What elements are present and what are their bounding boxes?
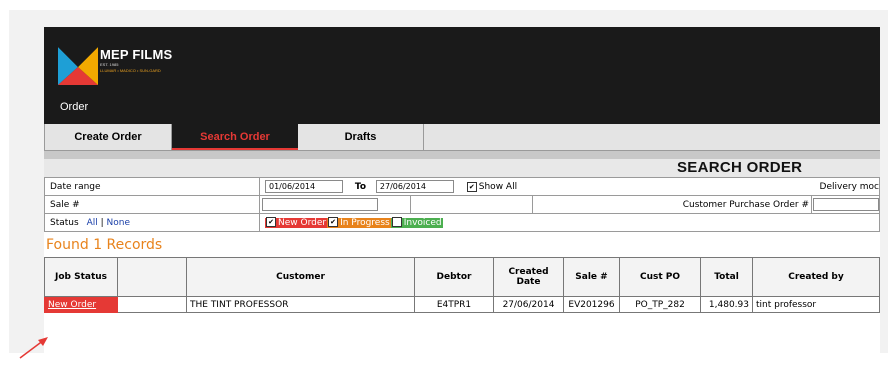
- logo-est: EST. 1985: [100, 62, 119, 67]
- status-in-progress-checkbox[interactable]: ✔ In Progress: [327, 217, 391, 228]
- status-new-order-checkbox[interactable]: ✔ New Order: [265, 217, 328, 228]
- checkbox-empty-icon: [391, 217, 402, 228]
- col-blank: [117, 257, 187, 297]
- sale-label: Sale #: [44, 195, 260, 214]
- table-row[interactable]: New Order THE TINT PROFESSOR E4TPR1 27/0…: [44, 296, 880, 313]
- sale-row: Sale # Customer Purchase Order #: [44, 195, 880, 214]
- status-options-cell: ✔ New Order ✔ In Progress Invoiced: [259, 213, 880, 232]
- date-range-label: Date range: [44, 177, 260, 196]
- col-job-status[interactable]: Job Status: [44, 257, 118, 297]
- col-sale[interactable]: Sale #: [563, 257, 620, 297]
- status-label: Status: [50, 217, 79, 228]
- results-header-row: Job Status Customer Debtor Created Date …: [44, 257, 880, 297]
- col-created-by[interactable]: Created by: [752, 257, 880, 297]
- found-records-text: Found 1 Records: [46, 237, 163, 253]
- total-cell: 1,480.93: [700, 296, 753, 313]
- results-table: Job Status Customer Debtor Created Date …: [44, 257, 880, 313]
- tab-search-order[interactable]: Search Order: [172, 124, 298, 150]
- status-separator: |: [100, 217, 104, 228]
- date-from-input[interactable]: 01/06/2014: [265, 180, 343, 193]
- cpo-input-cell: [811, 195, 880, 214]
- col-total[interactable]: Total: [700, 257, 753, 297]
- nav-order-link[interactable]: Order: [60, 101, 88, 113]
- logo-title: MEP FILMS: [100, 47, 173, 62]
- search-order-heading: SEARCH ORDER: [44, 159, 880, 177]
- created-by-cell: tint professor: [752, 296, 880, 313]
- pointer-arrow-icon: [19, 337, 48, 359]
- tab-create-order[interactable]: Create Order: [44, 124, 172, 150]
- status-invoiced-checkbox[interactable]: Invoiced: [390, 217, 443, 228]
- logo-brands: LLUMAR • MADICO • SUN-GARD: [100, 68, 161, 73]
- checkmark-icon: ✔: [466, 181, 477, 192]
- col-cust-po[interactable]: Cust PO: [619, 257, 701, 297]
- debtor-cell: E4TPR1: [414, 296, 494, 313]
- status-cell: Status All | None: [44, 213, 260, 232]
- tab-drafts[interactable]: Drafts: [298, 124, 424, 150]
- divider-bar: [44, 151, 880, 159]
- job-status-link[interactable]: New Order: [44, 296, 118, 313]
- show-all-label: Show All: [478, 182, 518, 192]
- status-in-progress-label: In Progress: [340, 217, 390, 228]
- delivery-label: Delivery moc: [811, 177, 880, 196]
- sale-input[interactable]: [262, 198, 378, 211]
- customer-cell: THE TINT PROFESSOR: [186, 296, 415, 313]
- date-to-input[interactable]: 27/06/2014: [375, 180, 454, 193]
- cpo-input[interactable]: [813, 198, 879, 211]
- search-form: Date range 01/06/2014 To 27/06/2014 ✔ Sho…: [44, 177, 880, 232]
- checkmark-icon: ✔: [328, 217, 339, 228]
- status-row: Status All | None ✔ New Order ✔ In Progress…: [44, 213, 880, 232]
- show-all-checkbox[interactable]: ✔ Show All: [466, 181, 518, 192]
- mep-films-logo: [58, 47, 98, 85]
- status-new-label: New Order: [278, 217, 327, 228]
- to-label: To: [354, 182, 367, 192]
- date-range-row: Date range 01/06/2014 To 27/06/2014 ✔ Sho…: [44, 177, 880, 196]
- empty-cell: [410, 195, 533, 214]
- sale-cell: EV201296: [563, 296, 620, 313]
- col-created-date[interactable]: Created Date: [493, 257, 564, 297]
- col-customer[interactable]: Customer: [186, 257, 415, 297]
- status-invoiced-label: Invoiced: [403, 217, 442, 228]
- tab-bar: Create Order Search Order Drafts: [44, 124, 880, 151]
- blank-cell: [117, 296, 187, 313]
- status-none-link[interactable]: None: [107, 218, 130, 228]
- search-order-title: SEARCH ORDER: [677, 159, 803, 176]
- sale-input-cell: [259, 195, 411, 214]
- app-window: MEP FILMS EST. 1985 LLUMAR • MADICO • SU…: [44, 27, 880, 353]
- created-date-cell: 27/06/2014: [493, 296, 564, 313]
- cpo-label: Customer Purchase Order #: [532, 195, 812, 214]
- cust-po-cell: PO_TP_282: [619, 296, 701, 313]
- col-debtor[interactable]: Debtor: [414, 257, 494, 297]
- date-range-cell: 01/06/2014 To 27/06/2014 ✔ Show All: [259, 177, 812, 196]
- checkmark-icon: ✔: [266, 217, 276, 228]
- status-all-link[interactable]: All: [87, 218, 98, 228]
- app-header: MEP FILMS EST. 1985 LLUMAR • MADICO • SU…: [44, 27, 880, 124]
